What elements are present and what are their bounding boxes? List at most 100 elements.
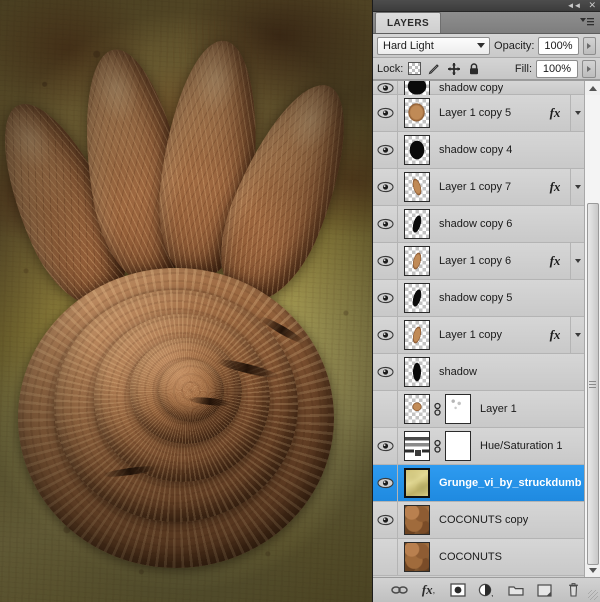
fill-slider-button[interactable]	[582, 59, 596, 78]
layer-visibility-toggle[interactable]	[373, 206, 398, 242]
layer-row[interactable]: Layer 1 copy 5 fx	[373, 95, 585, 132]
panel-resize-grip[interactable]	[588, 590, 598, 600]
fill-label: Fill:	[514, 62, 532, 75]
layer-row[interactable]: Layer 1	[373, 391, 585, 428]
scroll-down-button[interactable]	[584, 563, 600, 577]
document-canvas[interactable]	[0, 0, 372, 602]
scrollbar-track[interactable]	[584, 95, 600, 565]
panel-menu-icon[interactable]	[579, 16, 595, 29]
layer-thumbnail[interactable]	[404, 283, 430, 313]
layer-visibility-toggle[interactable]	[373, 280, 398, 316]
layer-thumbnail[interactable]	[404, 505, 430, 535]
layer-visibility-toggle[interactable]	[373, 81, 398, 94]
layer-visibility-toggle[interactable]	[373, 95, 398, 131]
layer-list: shadow copy Layer 1 copy 5 fx shadow cop…	[373, 81, 585, 577]
layer-effects-fx-icon[interactable]: fx	[540, 243, 570, 279]
add-layer-mask-icon[interactable]	[449, 581, 467, 599]
layer-row-right: fx	[540, 95, 585, 131]
blend-mode-select[interactable]: Hard Light	[377, 36, 491, 55]
layer-row[interactable]: Hue/Saturation 1	[373, 428, 585, 465]
eye-icon	[376, 514, 394, 526]
layer-thumbnail[interactable]	[404, 431, 430, 461]
layer-visibility-toggle[interactable]	[373, 132, 398, 168]
layer-thumbnail[interactable]	[404, 468, 430, 498]
layer-visibility-toggle[interactable]	[373, 169, 398, 205]
new-layer-icon[interactable]	[536, 581, 554, 599]
opacity-input[interactable]: 100%	[538, 36, 579, 55]
layer-thumbnail[interactable]	[404, 542, 430, 572]
layer-row[interactable]: COCONUTS	[373, 539, 585, 576]
fill-input[interactable]: 100%	[536, 59, 578, 78]
layer-visibility-toggle[interactable]	[373, 354, 398, 390]
lock-position-icon[interactable]	[446, 61, 461, 76]
layer-row[interactable]: shadow copy 5	[373, 280, 585, 317]
layers-panel-footer: fx , ,	[373, 577, 600, 602]
layer-thumbnail[interactable]	[404, 98, 430, 128]
layer-name: shadow copy 4	[439, 144, 513, 156]
expand-effects-chevron-icon[interactable]	[570, 95, 585, 131]
layer-visibility-toggle[interactable]	[373, 391, 398, 427]
layer-row[interactable]: shadow copy 4	[373, 132, 585, 169]
layer-row[interactable]: shadow copy	[373, 81, 585, 103]
layer-thumbnail[interactable]	[404, 135, 430, 165]
collapse-to-icons-icon[interactable]: ◄◄	[567, 1, 582, 10]
tn-coconuts-art	[405, 506, 429, 534]
layer-row[interactable]: COCONUTS copy	[373, 502, 585, 539]
tn-coco-blob-art	[405, 99, 429, 127]
layer-thumbnail[interactable]	[404, 209, 430, 239]
eye-icon	[376, 82, 394, 94]
layer-row[interactable]: shadow copy 6	[373, 206, 585, 243]
layer-visibility-toggle[interactable]	[373, 243, 398, 279]
layer-thumbnail[interactable]	[404, 320, 430, 350]
layer-name: Layer 1	[480, 403, 517, 415]
layer-effects-fx-icon[interactable]: fx	[540, 317, 570, 353]
layer-name: Layer 1 copy 5	[439, 107, 512, 119]
layer-visibility-toggle[interactable]	[373, 465, 398, 501]
add-layer-style-fx-icon[interactable]: fx ,	[420, 581, 438, 599]
layer-row[interactable]: Layer 1 copy 6 fx	[373, 243, 585, 280]
scroll-up-button[interactable]	[584, 81, 600, 95]
layer-thumbnails	[404, 98, 430, 128]
layer-thumbnail[interactable]	[404, 357, 430, 387]
layer-visibility-toggle[interactable]	[373, 428, 398, 464]
close-icon[interactable]: ✕	[588, 1, 596, 10]
scrollbar-thumb[interactable]	[586, 203, 599, 565]
layer-row[interactable]: Layer 1 copy 7 fx	[373, 169, 585, 206]
layer-name: Layer 1 copy 6	[439, 255, 512, 267]
link-layers-icon[interactable]	[391, 581, 409, 599]
photoshop-layers-screenshot: ◄◄ ✕ LAYERS Hard Light Opacity: 100% Loc…	[0, 0, 600, 602]
scrollbar-grip-icon	[589, 380, 596, 388]
lock-image-pixels-icon[interactable]	[426, 61, 441, 76]
expand-effects-chevron-icon[interactable]	[570, 169, 585, 205]
eye-icon	[376, 329, 394, 341]
eye-icon	[376, 477, 394, 489]
mask-link-icon[interactable]	[433, 401, 442, 417]
delete-layer-trash-icon[interactable]	[565, 581, 583, 599]
expand-effects-chevron-icon[interactable]	[570, 317, 585, 353]
mask-link-icon[interactable]	[433, 438, 442, 454]
layer-visibility-toggle[interactable]	[373, 502, 398, 538]
layer-list-scrollbar[interactable]	[584, 81, 600, 577]
lock-all-icon[interactable]	[466, 61, 481, 76]
layer-row[interactable]: Grunge_vi_by_struckdumb	[373, 465, 585, 502]
layer-effects-fx-icon[interactable]: fx	[540, 95, 570, 131]
layer-thumbnail[interactable]	[404, 246, 430, 276]
opacity-slider-button[interactable]	[582, 36, 596, 55]
layer-visibility-toggle[interactable]	[373, 539, 398, 575]
new-adjustment-layer-icon[interactable]: ,	[478, 581, 496, 599]
layer-thumbnail[interactable]	[404, 394, 430, 424]
layer-visibility-toggle[interactable]	[373, 317, 398, 353]
lock-transparent-pixels-icon[interactable]	[408, 62, 422, 75]
layer-thumbnail[interactable]	[404, 172, 430, 202]
chevron-right-icon	[587, 42, 592, 49]
new-group-icon[interactable]	[507, 581, 525, 599]
layer-effects-fx-icon[interactable]: fx	[540, 169, 570, 205]
eye-icon	[376, 107, 394, 119]
layer-row[interactable]: shadow	[373, 354, 585, 391]
expand-effects-chevron-icon[interactable]	[570, 243, 585, 279]
layer-mask-thumbnail[interactable]	[445, 431, 471, 461]
tab-layers[interactable]: LAYERS	[375, 12, 442, 33]
layer-mask-thumbnail[interactable]	[445, 394, 471, 424]
tn-pod-small-art	[405, 247, 429, 275]
layer-row[interactable]: Layer 1 copy fx	[373, 317, 585, 354]
